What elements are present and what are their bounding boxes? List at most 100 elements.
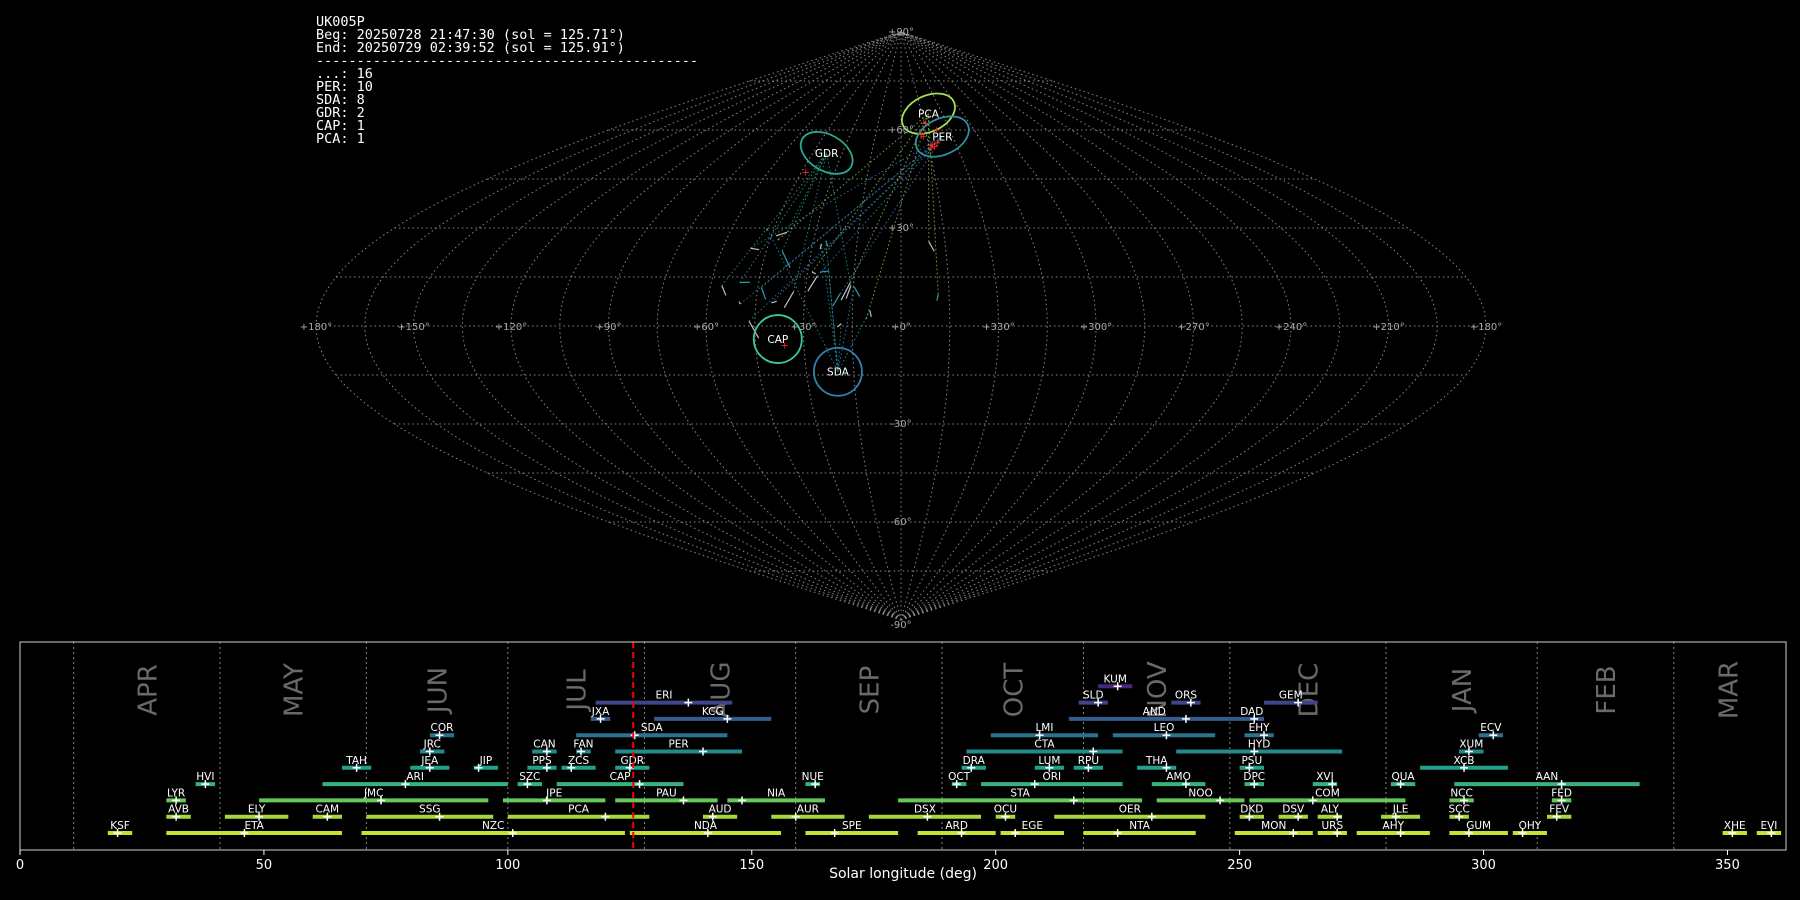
shower-bar-label: AND (1143, 706, 1166, 718)
shower-bar-label: LUM (1038, 755, 1060, 767)
shower-bar-label: THA (1145, 755, 1168, 767)
radiant-sky-map: PCAPERGDRCAPSDA++++++ ++++ +180° +150° +120… (300, 27, 1502, 630)
trail-backprojection (839, 136, 943, 294)
shower-bar-label: OER (1119, 804, 1141, 816)
shower-bar-label: PPS (532, 755, 552, 767)
shower-radiant-label: SDA (827, 367, 850, 379)
lat-tick-label: -90° (890, 620, 911, 630)
shower-bar-label: KUM (1104, 673, 1127, 685)
shower-bar-label: PCA (568, 804, 590, 816)
shower-bar-label: LMI (1035, 722, 1053, 734)
meteor-trail (836, 323, 842, 328)
meteor-trail (832, 293, 841, 307)
trail-backprojection (865, 113, 929, 319)
month-label: JAN (1448, 668, 1478, 714)
sky-tick-labels: +180° +150° +120° +90° +60° +30° +0° +330° +300°… (300, 27, 1502, 630)
shower-bar-label: XVI (1316, 771, 1333, 783)
shower-radiant-label: GDR (815, 148, 839, 160)
shower-bar-label: COM (1315, 787, 1340, 799)
radiant-point: + (801, 167, 809, 178)
shower-radiants: PCAPERGDRCAPSDA++++++ ++++ (752, 92, 970, 397)
shower-bar-label: MON (1261, 820, 1286, 832)
shower-bar-label: SSG (419, 804, 440, 816)
meteor-trail (766, 228, 768, 231)
meteor-trail (750, 247, 760, 251)
lon-tick-label: +180° (300, 322, 332, 333)
meteor-trail (781, 250, 791, 269)
lon-tick-label: +270° (1177, 322, 1209, 333)
month-label: JUL (563, 669, 593, 713)
shower-bar-label: COR (431, 722, 454, 734)
shower-bar-label: ECV (1480, 722, 1502, 734)
meteor-trail (721, 285, 727, 296)
shower-bar-label: ETA (244, 820, 264, 832)
shower-bar-label: ERI (655, 690, 672, 702)
meteor-trail (936, 294, 939, 301)
lon-tick-label: +330° (982, 322, 1014, 333)
x-tick-label: 350 (1715, 858, 1740, 873)
shower-bar-label: DRA (963, 755, 986, 767)
shower-bar-label: STA (1010, 787, 1030, 799)
x-tick-label: 150 (739, 858, 764, 873)
shower-bar-label: JEA (420, 755, 439, 767)
shower-bar-label: CTA (1034, 739, 1055, 751)
meteor-trail (783, 291, 795, 308)
meteor-trail (738, 301, 741, 305)
lon-tick-label: +30° (790, 322, 816, 333)
shower-bar-label: ALY (1321, 804, 1340, 816)
meteor-trail (928, 241, 935, 252)
shower-bar-label: AUD (709, 804, 732, 816)
shower-bar-label: OCU (994, 804, 1017, 816)
shower-bar-label: AAN (1536, 771, 1559, 783)
shower-bar-label: GUM (1466, 820, 1491, 832)
meteor-trail (777, 238, 780, 241)
lat-tick-label: +90° (888, 27, 914, 38)
lon-tick-label: +150° (397, 322, 429, 333)
shower-bars: KSF ETA NZC NDA SPE ARD EGE NTA MON URS AHY GUM OHY X… (107, 642, 1782, 850)
shower-bar-label: AHY (1383, 820, 1405, 832)
x-tick-label: 200 (983, 858, 1008, 873)
meteor-trail (760, 287, 767, 300)
trail-backprojection (739, 152, 828, 283)
shower-bar-label: ZCS (568, 755, 590, 767)
shower-bar-label: URS (1321, 820, 1343, 832)
trail-backprojection (721, 152, 828, 286)
shower-bar-label: RPU (1078, 755, 1099, 767)
shower-bar-label: SZC (519, 771, 540, 783)
lon-tick-label: +300° (1080, 322, 1112, 333)
radiant-point: + (921, 118, 929, 129)
meteor-trail (869, 310, 872, 317)
shower-bar-label: JPE (545, 787, 562, 799)
shower-bar-label: NTA (1129, 820, 1150, 832)
shower-bar-label: HYD (1248, 739, 1270, 751)
lon-tick-label: +180° (1470, 322, 1502, 333)
shower-bar-label: NUE (802, 771, 824, 783)
shower-bar-label: FED (1551, 787, 1572, 799)
trail-backprojection (825, 240, 839, 372)
radiant-point: + (780, 341, 788, 352)
month-label: JUN (424, 667, 454, 715)
x-tick-label: 250 (1227, 858, 1252, 873)
month-label: FEB (1592, 665, 1622, 714)
shower-timeline-chart: APR MAY JUN JUL AUG SEP OCT NOV DEC JAN FEB MAR KSF… (16, 641, 1787, 882)
shower-bar-label: NIA (767, 787, 786, 799)
shower-bar-label: EGE (1022, 820, 1043, 832)
shower-bar-label: PSU (1241, 755, 1262, 767)
shower-bar-label: EHY (1249, 722, 1271, 734)
shower-bar-label: NCC (1450, 787, 1473, 799)
shower-bar-label: PER (668, 739, 688, 751)
month-label: APR (133, 664, 163, 716)
shower-bar-label: EVI (1760, 820, 1777, 832)
trail-backprojection (793, 152, 828, 292)
shower-bar-label: AVB (168, 804, 189, 816)
shower-bar-label: NZC (482, 820, 504, 832)
lon-tick-label: +60° (693, 322, 719, 333)
shower-bar-label: DPC (1243, 771, 1265, 783)
shower-bar-label: ORI (1042, 771, 1061, 783)
meteor-trail (853, 286, 861, 297)
month-labels: APR MAY JUN JUL AUG SEP OCT NOV DEC JAN FEB MAR (133, 661, 1744, 719)
shower-bar-label: SPE (842, 820, 862, 832)
lon-tick-label: +90° (595, 322, 621, 333)
lon-tick-label: +0° (891, 322, 911, 333)
shower-bar-label: XHE (1724, 820, 1746, 832)
